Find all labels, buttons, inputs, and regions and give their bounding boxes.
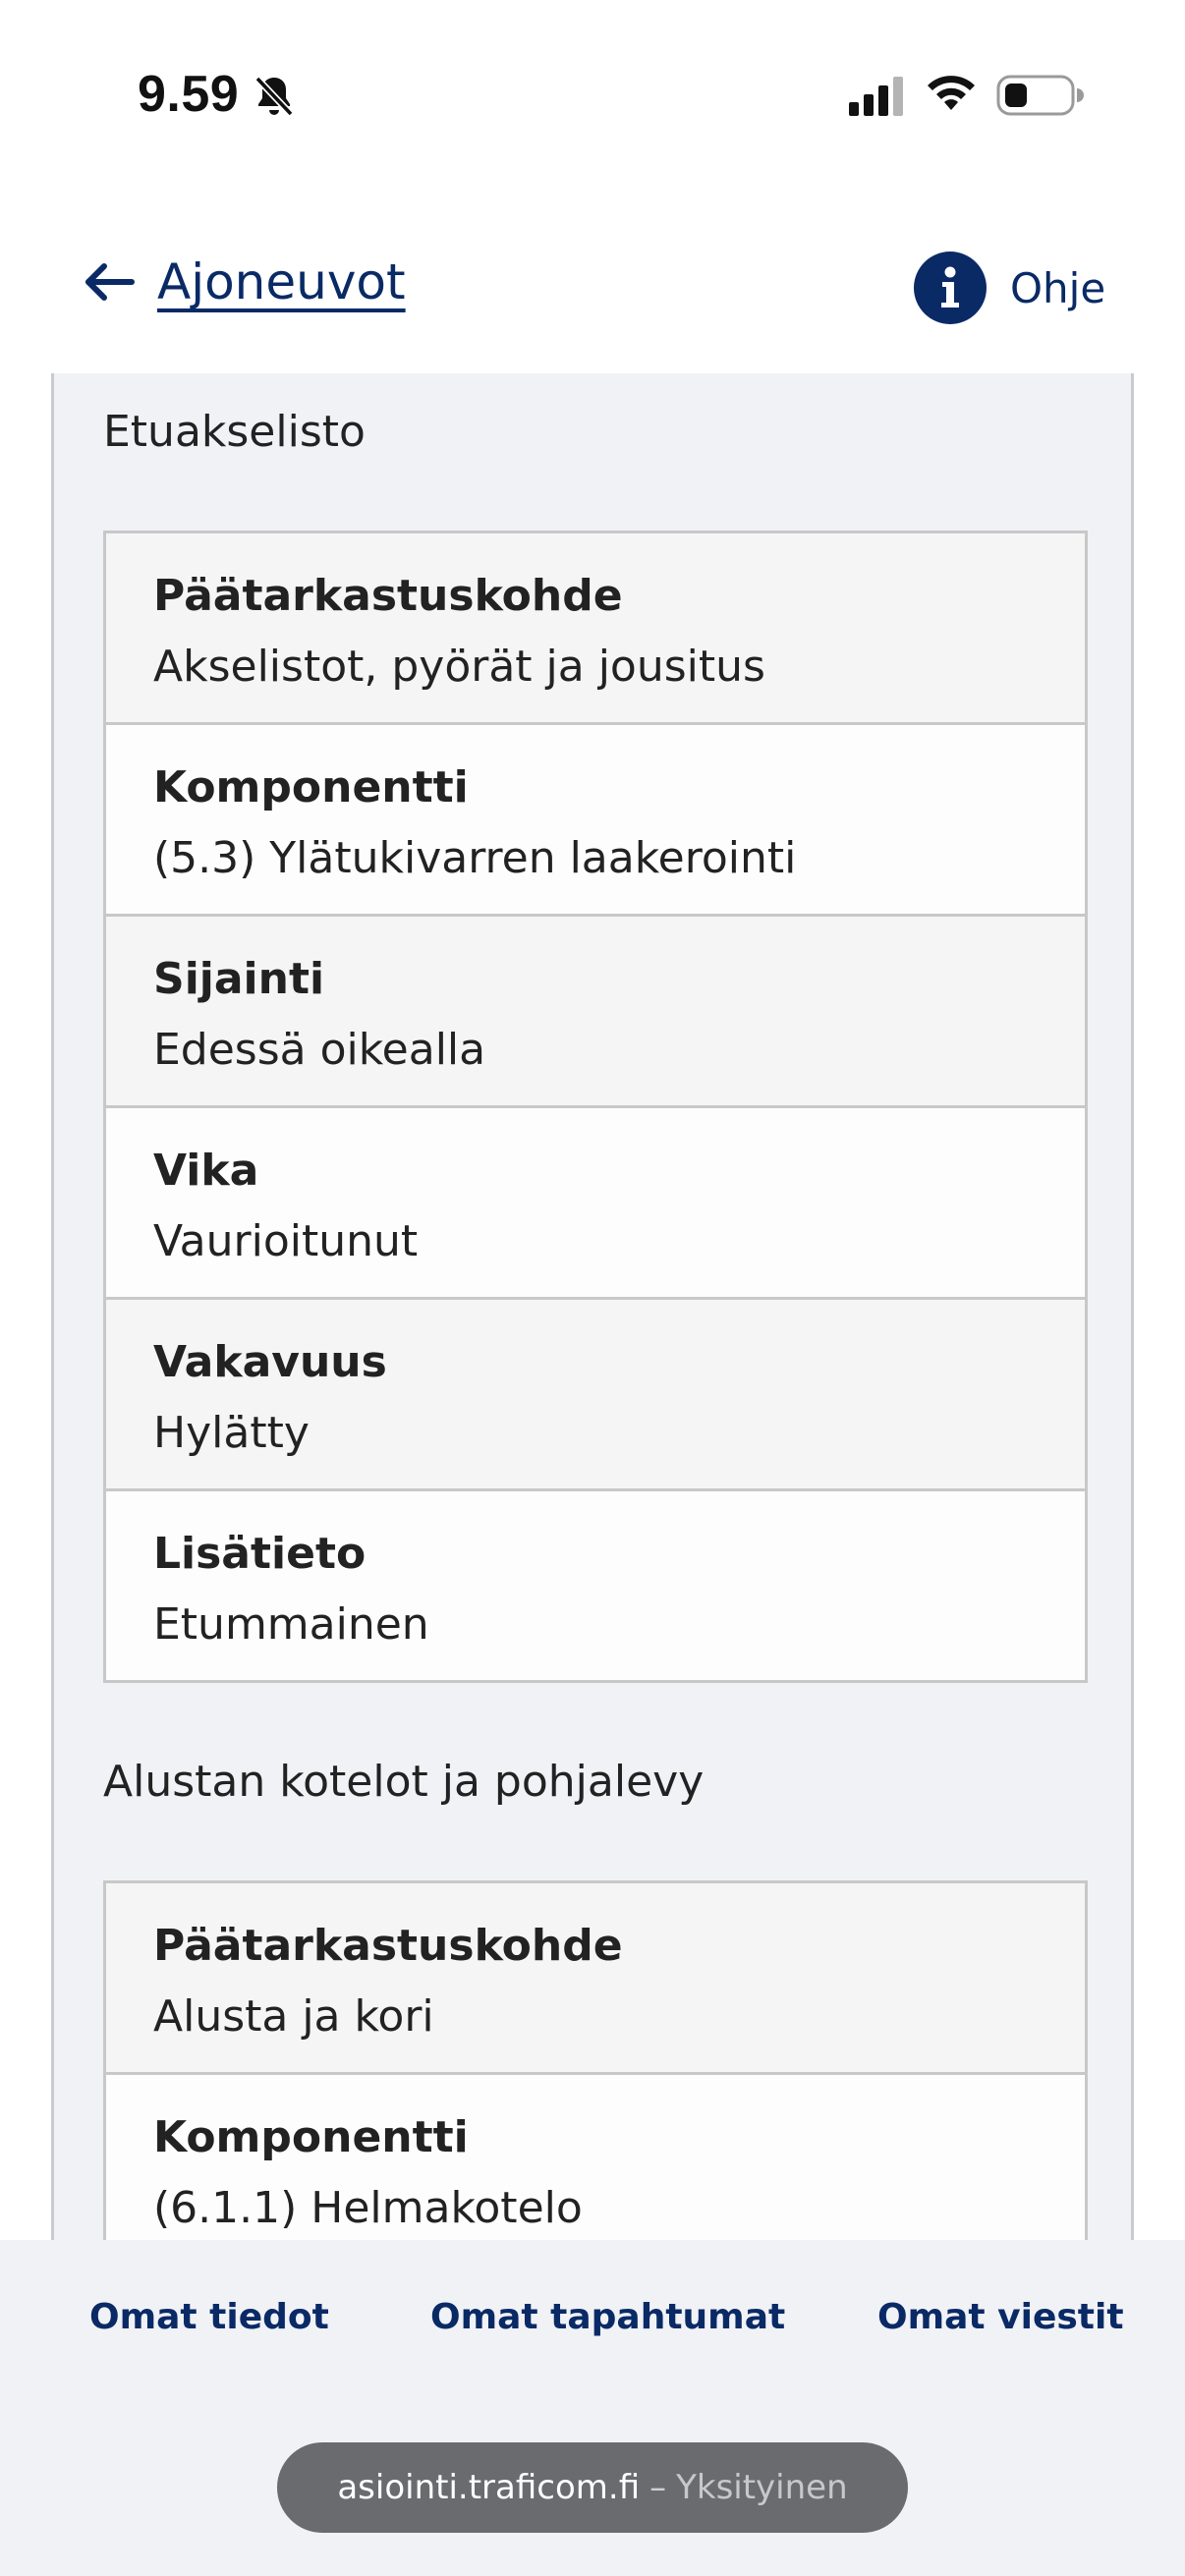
help-label: Ohje: [1010, 263, 1106, 312]
row-label: Vakavuus: [153, 1337, 387, 1387]
table-row: Vakavuus Hylätty: [106, 1300, 1085, 1491]
row-label: Sijainti: [153, 954, 325, 1004]
table-row: Päätarkastuskohde Alusta ja kori: [106, 1883, 1085, 2075]
info-table: Päätarkastuskohde Alusta ja kori Kompone…: [103, 1880, 1088, 2240]
row-value: Vaurioitunut: [153, 1216, 419, 1266]
help-button[interactable]: Ohje: [914, 252, 1105, 324]
table-row: Päätarkastuskohde Akselistot, pyörät ja …: [106, 533, 1085, 725]
row-label: Komponentti: [153, 762, 469, 812]
back-link-label: Ajoneuvot: [157, 253, 406, 310]
bottom-nav: Omat tiedot Omat tapahtumat Omat viestit…: [0, 2240, 1185, 2576]
row-value: Etummainen: [153, 1599, 429, 1650]
info-table: Päätarkastuskohde Akselistot, pyörät ja …: [103, 531, 1088, 1683]
bell-slash-icon: [254, 76, 294, 117]
section-title: Etuakselisto: [103, 407, 366, 457]
inspection-details-panel: Etuakselisto Päätarkastuskohde Akselisto…: [51, 373, 1134, 2240]
browser-address-bar[interactable]: asiointi.traficom.fi – Yksityinen: [277, 2442, 908, 2533]
row-label: Päätarkastuskohde: [153, 1921, 623, 1971]
nav-omat-tapahtumat[interactable]: Omat tapahtumat: [430, 2297, 785, 2337]
nav-omat-tiedot[interactable]: Omat tiedot: [89, 2297, 329, 2337]
url-separator: –: [649, 2468, 667, 2507]
content-area[interactable]: Etuakselisto Päätarkastuskohde Akselisto…: [0, 373, 1185, 2240]
table-row: Komponentti (6.1.1) Helmakotelo: [106, 2075, 1085, 2240]
table-row: Vika Vaurioitunut: [106, 1108, 1085, 1300]
table-row: Sijainti Edessä oikealla: [106, 917, 1085, 1108]
row-value: Hylätty: [153, 1408, 310, 1458]
row-value: (5.3) Ylätukivarren laakerointi: [153, 833, 797, 883]
row-value: Akselistot, pyörät ja jousitus: [153, 642, 765, 692]
row-value: Alusta ja kori: [153, 1991, 434, 2042]
cellular-signal-icon: [849, 77, 903, 116]
browsing-mode-label: Yksityinen: [676, 2468, 848, 2507]
top-nav: Ajoneuvot Ohje: [0, 187, 1185, 373]
row-value: Edessä oikealla: [153, 1025, 486, 1075]
row-label: Lisätieto: [153, 1529, 367, 1579]
back-link[interactable]: Ajoneuvot: [85, 253, 406, 310]
wifi-icon: [928, 76, 975, 110]
info-icon: [914, 252, 987, 324]
row-label: Päätarkastuskohde: [153, 571, 623, 621]
row-value: (6.1.1) Helmakotelo: [153, 2183, 583, 2233]
status-time: 9.59: [138, 66, 240, 123]
section-title: Alustan kotelot ja pohjalevy: [103, 1757, 705, 1807]
status-bar: 9.59: [0, 0, 1185, 187]
table-row: Lisätieto Etummainen: [106, 1491, 1085, 1680]
table-row: Komponentti (5.3) Ylätukivarren laakeroi…: [106, 725, 1085, 917]
row-label: Komponentti: [153, 2112, 469, 2162]
battery-icon: [996, 75, 1084, 116]
url-domain: asiointi.traficom.fi: [337, 2468, 641, 2507]
arrow-left-icon: [85, 263, 135, 301]
row-label: Vika: [153, 1146, 259, 1196]
nav-omat-viestit[interactable]: Omat viestit: [877, 2297, 1124, 2337]
